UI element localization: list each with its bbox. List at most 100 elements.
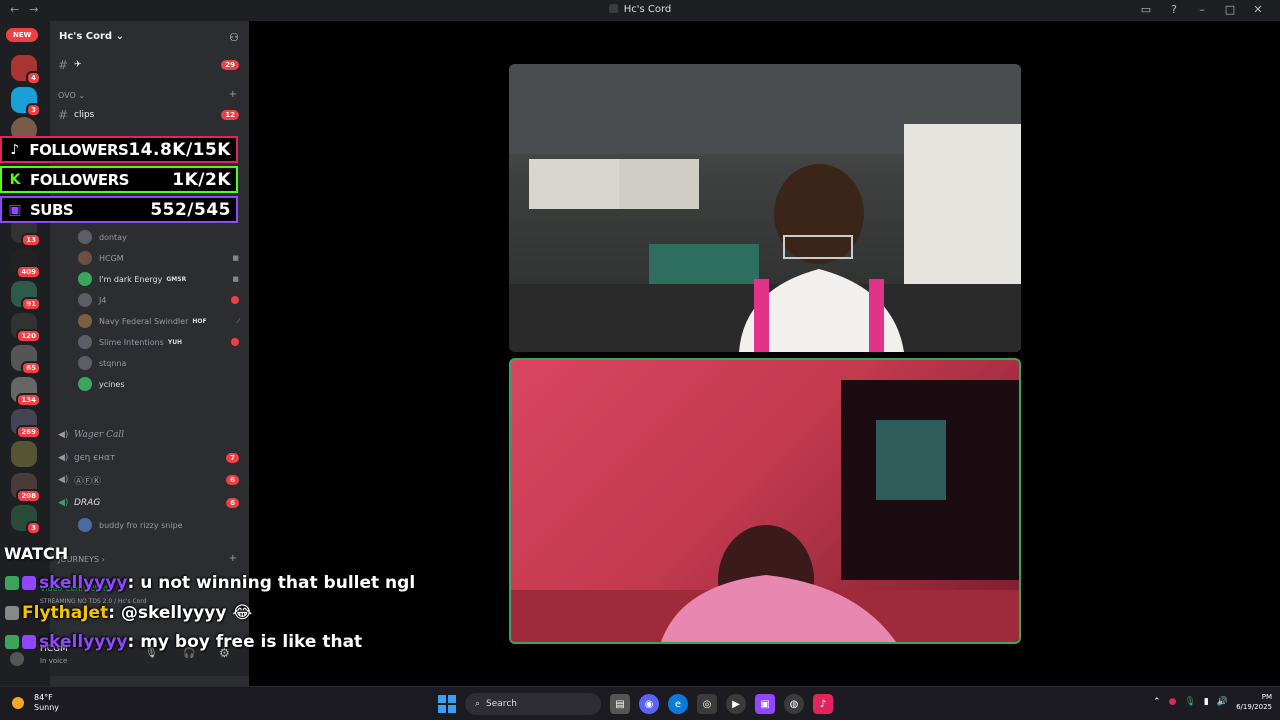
inbox-icon[interactable]: ▭	[1132, 3, 1160, 16]
start-button[interactable]	[438, 695, 456, 713]
mention-badge: 6	[226, 498, 239, 508]
kick-icon: K	[9, 171, 21, 188]
goal-label: FOLLOWERS	[29, 140, 129, 159]
chat-message: FlythaJet: @skellyyyy 😂	[5, 601, 252, 625]
clock[interactable]: PM 6/19/2025	[1236, 692, 1272, 712]
media-player-icon[interactable]: ▶	[726, 694, 746, 714]
weather-widget[interactable]: 84°F Sunny	[12, 693, 59, 713]
member-tag: GMSR	[166, 275, 187, 283]
chevron-up-icon[interactable]: ⌃	[1153, 697, 1161, 707]
server-badge: 3	[26, 103, 41, 117]
voice-channel-item[interactable]: ◀) DRAG 6	[58, 493, 239, 513]
server-icon[interactable]: 4	[11, 55, 41, 85]
member-name: HCGM	[99, 253, 124, 263]
server-badge: 269	[16, 425, 41, 439]
voice-channel-item[interactable]: ◀) ⒶⒻⓀ 6	[58, 470, 239, 490]
channel-item[interactable]: # clips 12	[58, 105, 239, 125]
member-name: I'm dark Energy	[99, 274, 163, 284]
channel-item[interactable]: # ✈ 29	[58, 55, 239, 75]
server-icon[interactable]: 269	[11, 409, 41, 439]
webcam-scene-red	[511, 380, 1019, 642]
server-icon[interactable]: 409	[11, 249, 41, 279]
minimize-button[interactable]: –	[1188, 3, 1216, 16]
badge-icon	[5, 606, 19, 620]
tiktok-followers-goal: ♪ FOLLOWERS 14.8K/15K	[0, 136, 238, 163]
mention-badge: 12	[221, 110, 239, 120]
tray-app-icon[interactable]: ●	[1169, 697, 1177, 707]
member-name: buddy fro rizzy snipe	[99, 520, 183, 530]
avatar[interactable]	[10, 652, 24, 666]
network-icon[interactable]: ▮	[1204, 697, 1209, 707]
video-tile[interactable]	[509, 64, 1021, 352]
search-label: Search	[486, 699, 517, 709]
add-channel-icon[interactable]: +	[229, 89, 237, 100]
server-badge: 65	[21, 361, 41, 375]
server-icon[interactable]: 120	[11, 313, 41, 343]
chat-text: : u not winning that bullet ngl	[127, 573, 416, 593]
voice-member[interactable]: buddy fro rizzy snipe	[78, 515, 239, 535]
sun-icon	[12, 697, 24, 709]
sub-badge-icon	[22, 576, 36, 590]
invite-people-icon[interactable]: ⚇	[229, 31, 239, 44]
chat-message: skellyyyy: u not winning that bullet ngl	[5, 571, 415, 595]
category-header[interactable]: OVO ⌄	[58, 91, 85, 100]
live-indicator	[231, 296, 239, 304]
voice-channel-item[interactable]: ◀) gєη єнαт 7	[58, 448, 239, 468]
volume-icon[interactable]: 🔊	[1217, 697, 1228, 707]
sub-badge-icon	[22, 635, 36, 649]
twitch-app-icon[interactable]: ▣	[755, 694, 775, 714]
member-name: J4	[99, 295, 107, 305]
server-badge: 13	[21, 233, 41, 247]
server-icon[interactable]: 3	[11, 505, 41, 535]
server-icon[interactable]: 208	[11, 473, 41, 503]
badge-icon	[5, 576, 19, 590]
avatar	[78, 293, 92, 307]
goal-label: FOLLOWERS	[30, 170, 129, 189]
chrome-icon[interactable]: ◎	[697, 694, 717, 714]
microphone-icon[interactable]: 🎙	[1184, 697, 1195, 707]
avatar	[78, 272, 92, 286]
maximize-button[interactable]: □	[1216, 3, 1244, 16]
nav-arrows[interactable]: ←→	[10, 3, 48, 16]
add-channel-icon[interactable]: +	[229, 553, 237, 564]
video-icon: ■	[232, 275, 239, 283]
voice-member[interactable]: Navy Federal Swindler HOF ⁄	[78, 311, 239, 331]
server-icon[interactable]: 3	[11, 87, 41, 117]
voice-member[interactable]: J4	[78, 290, 239, 310]
server-icon[interactable]	[11, 441, 37, 467]
member-tag: YUH	[167, 338, 183, 346]
voice-member[interactable]: stqnna	[78, 353, 239, 373]
goal-value: 14.8K/15K	[128, 139, 231, 160]
server-icon[interactable]: 65	[11, 345, 41, 375]
new-unreads-pill[interactable]: NEW	[6, 28, 39, 42]
voice-member[interactable]: HCGM ■	[78, 248, 239, 268]
obs-icon[interactable]: ◍	[784, 694, 804, 714]
guild-header[interactable]: Hc's Cord ⌄	[59, 31, 124, 42]
clock-time: PM	[1261, 693, 1272, 701]
voice-member[interactable]: I'm dark Energy GMSR ■	[78, 269, 239, 289]
forward-icon[interactable]: →	[29, 3, 48, 16]
file-explorer-icon[interactable]: ▤	[610, 694, 630, 714]
discord-icon[interactable]: ◉	[639, 694, 659, 714]
video-tile-speaking[interactable]	[509, 358, 1021, 644]
edge-icon[interactable]: e	[668, 694, 688, 714]
voice-member[interactable]: dontay	[78, 227, 239, 247]
discord-logo-icon	[608, 4, 618, 13]
back-icon[interactable]: ←	[10, 3, 29, 16]
windows-taskbar: 84°F Sunny ⌕ Search ▤ ◉ e ◎ ▶ ▣ ◍ ♪ ⌃ ● 🎙…	[0, 686, 1280, 720]
taskbar-search[interactable]: ⌕ Search	[465, 693, 601, 715]
voice-channel-item[interactable]: ◀) Wager Call	[58, 425, 239, 445]
voice-member[interactable]: Slime Intentions YUH	[78, 332, 239, 352]
chevron-down-icon: ⌄	[115, 31, 124, 42]
chat-username: skellyyyy	[39, 632, 128, 652]
member-name: stqnna	[99, 358, 127, 368]
tiktok-app-icon[interactable]: ♪	[813, 694, 833, 714]
help-icon[interactable]: ?	[1160, 3, 1188, 16]
server-badge: 208	[16, 489, 41, 503]
server-icon[interactable]: 91	[11, 281, 41, 311]
member-tag: HOF	[192, 317, 207, 325]
close-button[interactable]: ✕	[1244, 3, 1272, 16]
voice-member[interactable]: ycines	[78, 374, 239, 394]
clock-date: 6/19/2025	[1236, 703, 1272, 711]
server-icon[interactable]: 134	[11, 377, 41, 407]
